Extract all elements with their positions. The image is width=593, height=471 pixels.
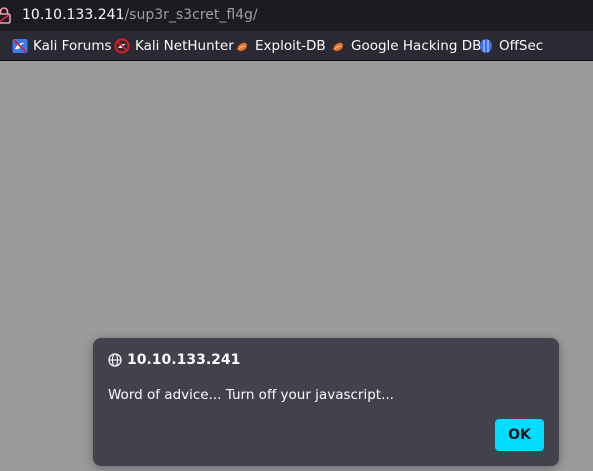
- ok-button[interactable]: OK: [495, 419, 544, 451]
- bookmark-label: OffSec: [499, 38, 544, 54]
- alert-dialog: 10.10.133.241 Word of advice... Turn off…: [93, 338, 559, 466]
- globe-icon: [108, 353, 122, 367]
- ghdb-icon: [333, 42, 343, 51]
- bookmark-kali-forums[interactable]: Kali Forums: [12, 31, 112, 61]
- dialog-message: Word of advice... Turn off your javascri…: [108, 387, 394, 403]
- bookmarks-toolbar: s Kali Forums Kali NetHunter Exploit-DB …: [0, 31, 593, 61]
- url-text[interactable]: 10.10.133.241/sup3r_s3cret_fl4g/: [22, 6, 258, 25]
- address-bar[interactable]: 10.10.133.241/sup3r_s3cret_fl4g/: [0, 0, 593, 31]
- url-path: /sup3r_s3cret_fl4g/: [124, 7, 258, 23]
- bookmark-kali-nethunter[interactable]: Kali NetHunter: [114, 31, 234, 61]
- url-host: 10.10.133.241: [22, 7, 125, 23]
- bookmark-label: Kali Forums: [33, 38, 112, 54]
- offsec-icon: [480, 39, 492, 53]
- dialog-header: 10.10.133.241: [108, 352, 240, 368]
- bookmark-label: Kali NetHunter: [135, 38, 234, 54]
- dialog-origin: 10.10.133.241: [127, 352, 241, 368]
- bookmark-exploit-db[interactable]: Exploit-DB: [234, 31, 326, 61]
- bookmark-google-hacking-db[interactable]: Google Hacking DB: [330, 31, 481, 61]
- kali-forums-icon: [12, 39, 28, 53]
- bookmark-offsec[interactable]: OffSec: [478, 31, 543, 61]
- exploit-db-icon: [237, 42, 247, 51]
- nethunter-icon: [114, 38, 130, 54]
- bookmark-label: Google Hacking DB: [351, 38, 482, 54]
- bookmark-label: Exploit-DB: [255, 38, 326, 54]
- lock-icon[interactable]: [0, 7, 11, 24]
